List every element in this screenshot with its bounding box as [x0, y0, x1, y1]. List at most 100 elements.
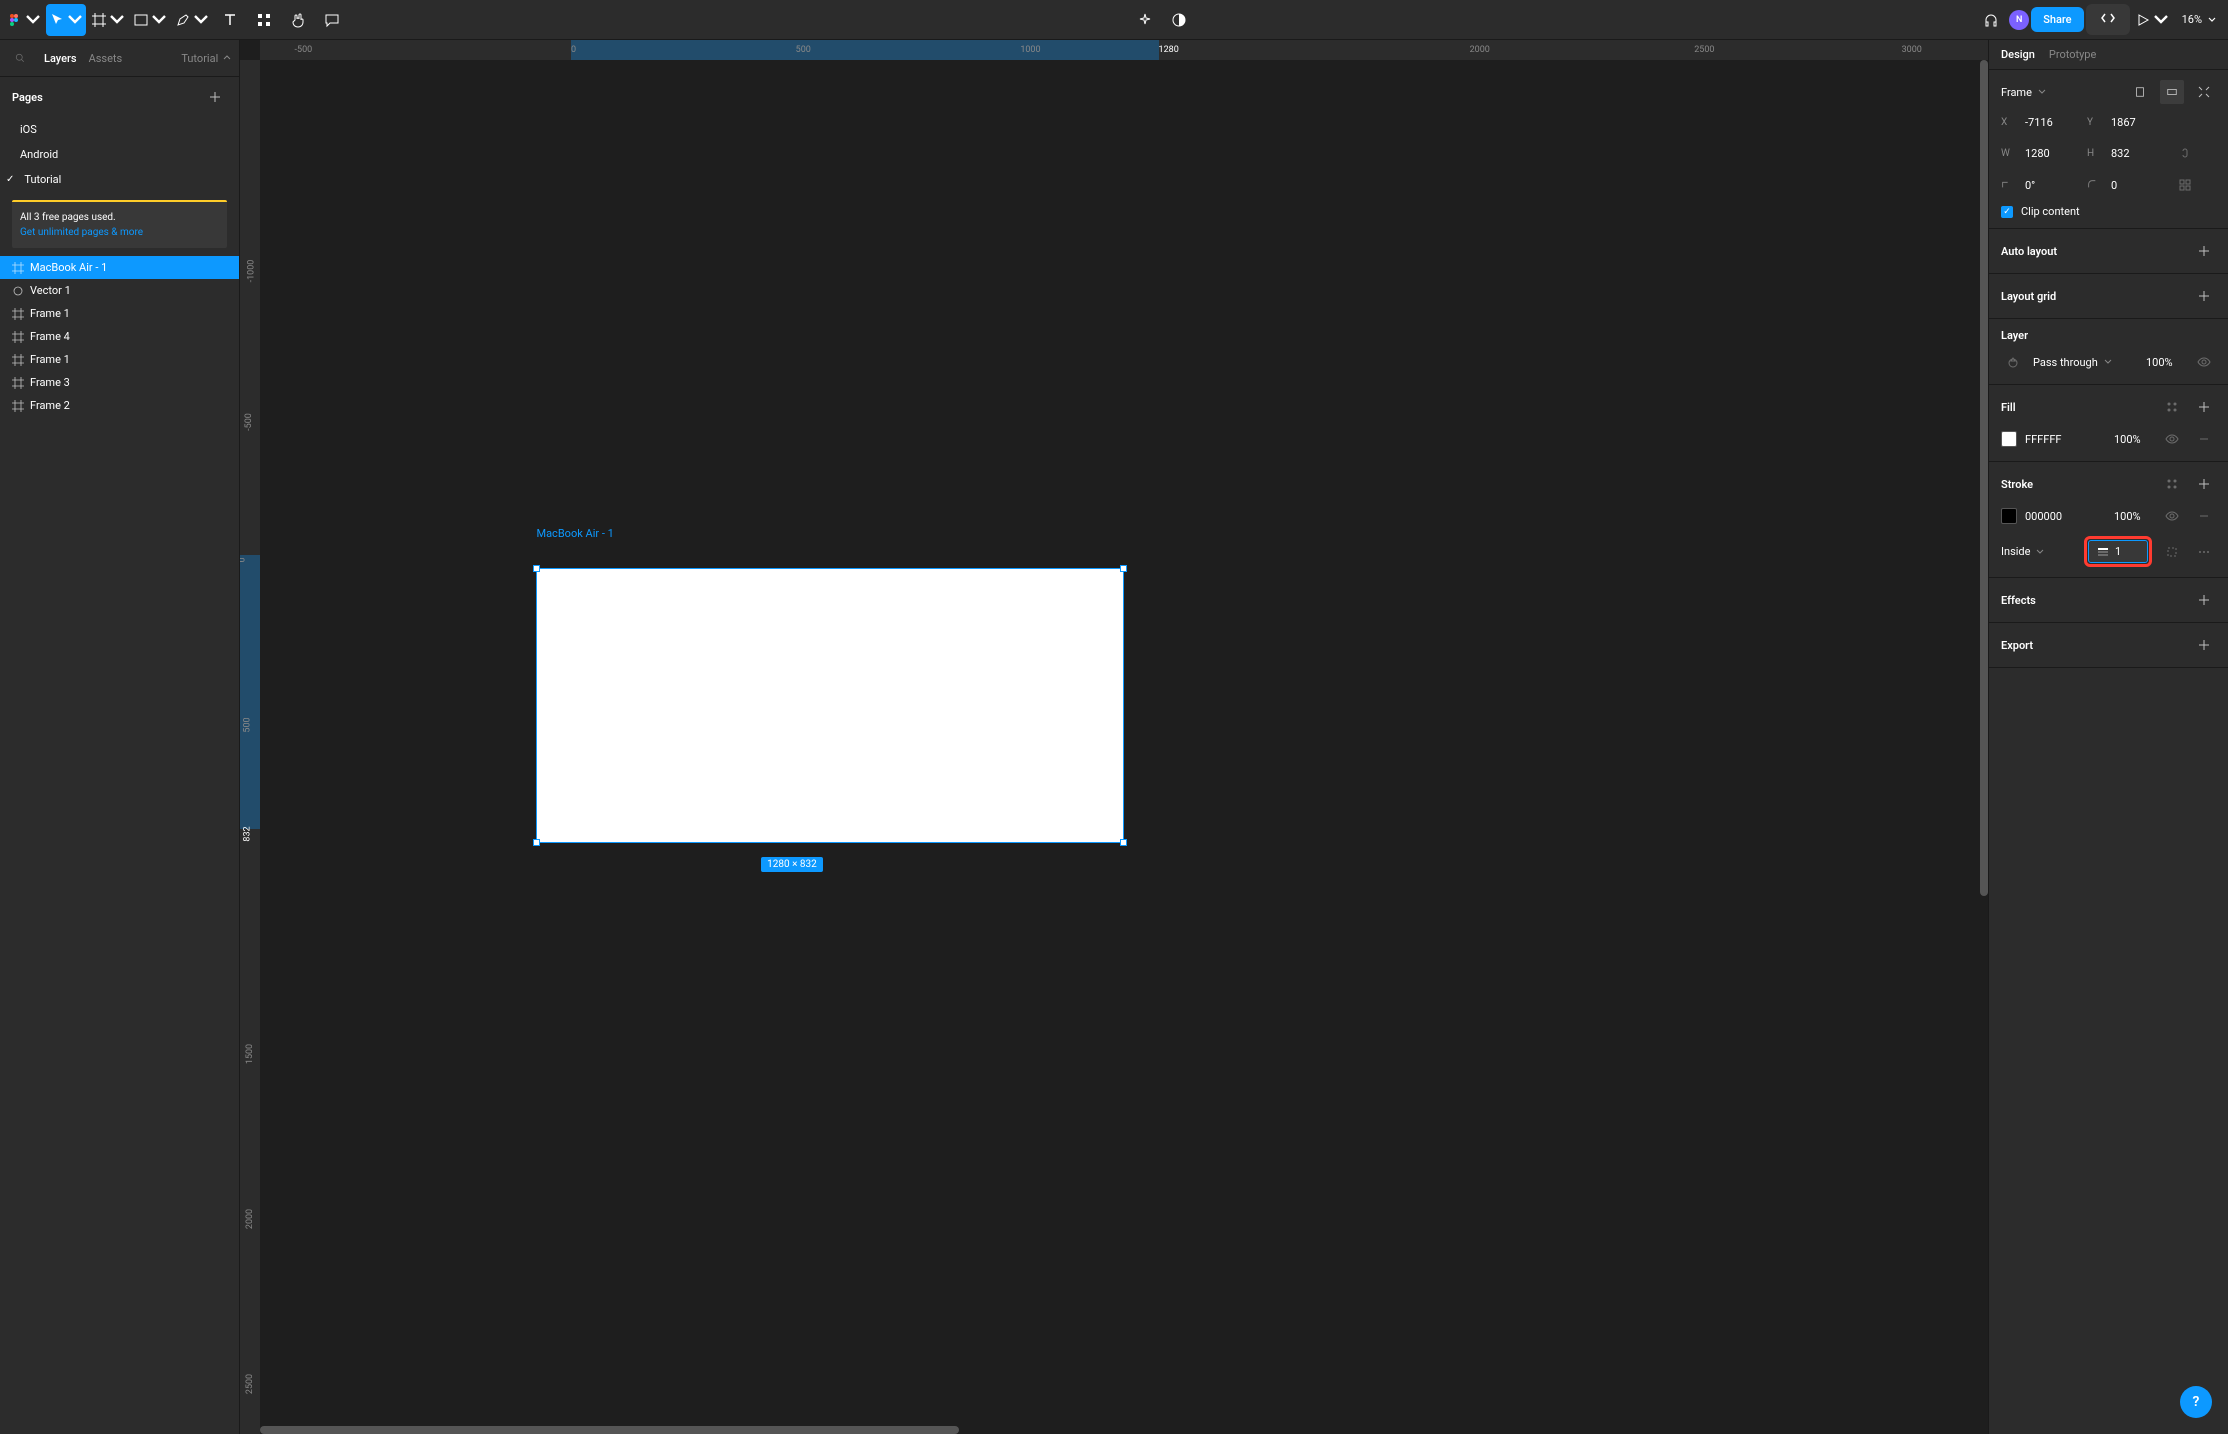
layout-grid-label: Layout grid	[2001, 290, 2056, 303]
avatar[interactable]: N	[2009, 10, 2029, 30]
add-effect-button[interactable]	[2192, 588, 2216, 612]
layer-visibility-button[interactable]	[2192, 350, 2216, 374]
eye-icon	[2197, 355, 2211, 369]
constrain-proportions-button[interactable]	[2173, 141, 2197, 165]
clip-content-checkbox[interactable]: ✓	[2001, 206, 2013, 218]
layer-item[interactable]: Vector 1	[0, 279, 239, 302]
page-item-ios[interactable]: iOS	[0, 117, 239, 142]
headphones-icon	[1983, 12, 1999, 28]
export-label: Export	[2001, 639, 2033, 652]
stroke-width-input[interactable]	[2115, 545, 2139, 558]
stroke-advanced-button[interactable]	[2192, 540, 2216, 564]
tab-assets[interactable]: Assets	[89, 52, 123, 65]
stroke-width-highlight	[2084, 536, 2152, 567]
resize-fixed-button[interactable]	[2192, 80, 2216, 104]
layer-item[interactable]: Frame 2	[0, 394, 239, 417]
fill-visibility-button[interactable]	[2160, 427, 2184, 451]
vertical-scrollbar[interactable]	[1980, 60, 1988, 896]
frame-label[interactable]: MacBook Air - 1	[536, 527, 613, 540]
tab-layers[interactable]: Layers	[44, 52, 77, 65]
clip-content-label: Clip content	[2021, 205, 2080, 218]
y-input[interactable]	[2107, 112, 2165, 133]
layer-item[interactable]: Frame 1	[0, 302, 239, 325]
layer-item[interactable]: Frame 3	[0, 371, 239, 394]
share-button[interactable]: Share	[2031, 7, 2083, 32]
add-fill-button[interactable]	[2192, 395, 2216, 419]
chevron-down-icon	[2208, 16, 2216, 24]
stroke-per-side-button[interactable]	[2160, 540, 2184, 564]
x-input[interactable]	[2021, 112, 2079, 133]
resize-handle-sw[interactable]	[533, 839, 540, 846]
sparkle-icon	[1137, 12, 1153, 28]
add-stroke-button[interactable]	[2192, 472, 2216, 496]
move-tool-button[interactable]	[46, 4, 86, 36]
stroke-opacity-input[interactable]	[2110, 506, 2152, 527]
stroke-side-dropdown[interactable]: Inside	[2001, 545, 2044, 558]
canvas[interactable]: -500 0 500 1000 1280 2000 2500 3000 -100…	[240, 40, 1988, 1434]
width-input[interactable]	[2021, 143, 2079, 164]
dev-mode-button[interactable]	[2086, 4, 2130, 35]
blend-mode-dropdown[interactable]: Pass through	[2033, 356, 2112, 369]
help-button[interactable]: ?	[2180, 1386, 2212, 1418]
comment-tool-button[interactable]	[316, 4, 348, 36]
upgrade-link[interactable]: Get unlimited pages & more	[20, 227, 143, 238]
layer-item[interactable]: Frame 1	[0, 348, 239, 371]
fill-swatch[interactable]	[2001, 431, 2017, 447]
page-item-android[interactable]: Android	[0, 142, 239, 167]
resize-handle-se[interactable]	[1120, 839, 1127, 846]
add-export-button[interactable]	[2192, 633, 2216, 657]
layer-item[interactable]: Frame 4	[0, 325, 239, 348]
file-name-dropdown[interactable]: Tutorial	[181, 52, 231, 65]
resize-fit-button[interactable]	[2128, 80, 2152, 104]
tab-design[interactable]: Design	[2001, 48, 2035, 61]
horizontal-scrollbar[interactable]	[260, 1426, 959, 1434]
frame-tool-button[interactable]	[88, 4, 128, 36]
rotation-input[interactable]	[2021, 175, 2079, 196]
corner-radius-input[interactable]	[2107, 175, 2165, 196]
ai-button[interactable]	[1129, 4, 1161, 36]
add-auto-layout-button[interactable]	[2192, 239, 2216, 263]
layer-label: Layer	[2001, 329, 2028, 342]
shape-tool-button[interactable]	[130, 4, 170, 36]
styles-icon	[2166, 478, 2178, 490]
audio-button[interactable]	[1975, 4, 2007, 36]
fill-opacity-input[interactable]	[2110, 429, 2152, 450]
resize-handle-ne[interactable]	[1120, 565, 1127, 572]
play-icon	[2135, 12, 2151, 28]
resources-button[interactable]	[248, 4, 280, 36]
layer-item[interactable]: MacBook Air - 1	[0, 256, 239, 279]
stroke-styles-button[interactable]	[2160, 472, 2184, 496]
zoom-dropdown[interactable]: 16%	[2174, 13, 2224, 26]
tab-prototype[interactable]: Prototype	[2049, 48, 2096, 61]
frame-type-dropdown[interactable]: Frame	[2001, 86, 2046, 99]
dimension-label: 1280 × 832	[761, 857, 823, 872]
layer-name: Frame 2	[30, 399, 70, 412]
blend-mode-icon[interactable]	[2001, 350, 2025, 374]
text-tool-button[interactable]	[214, 4, 246, 36]
main-menu-button[interactable]	[4, 4, 44, 36]
page-item-tutorial[interactable]: Tutorial	[0, 167, 239, 192]
layer-name: Frame 4	[30, 330, 70, 343]
selected-frame[interactable]	[536, 568, 1124, 843]
independent-corners-button[interactable]	[2173, 173, 2197, 197]
height-input[interactable]	[2107, 143, 2165, 164]
stroke-swatch[interactable]	[2001, 508, 2017, 524]
frame-icon	[12, 308, 24, 320]
search-icon[interactable]	[8, 46, 32, 70]
remove-stroke-button[interactable]	[2192, 504, 2216, 528]
add-page-button[interactable]	[203, 85, 227, 109]
stroke-visibility-button[interactable]	[2160, 504, 2184, 528]
present-button[interactable]	[2132, 4, 2172, 36]
pen-tool-button[interactable]	[172, 4, 212, 36]
hand-tool-button[interactable]	[282, 4, 314, 36]
auto-layout-label: Auto layout	[2001, 245, 2057, 258]
fill-hex-value[interactable]: FFFFFF	[2025, 433, 2061, 446]
remove-fill-button[interactable]	[2192, 427, 2216, 451]
resize-fill-button[interactable]	[2160, 80, 2184, 104]
resize-handle-nw[interactable]	[533, 565, 540, 572]
fill-styles-button[interactable]	[2160, 395, 2184, 419]
dark-mode-button[interactable]	[1163, 4, 1195, 36]
layer-opacity-input[interactable]	[2142, 352, 2184, 373]
add-layout-grid-button[interactable]	[2192, 284, 2216, 308]
stroke-hex-value[interactable]: 000000	[2025, 510, 2062, 523]
